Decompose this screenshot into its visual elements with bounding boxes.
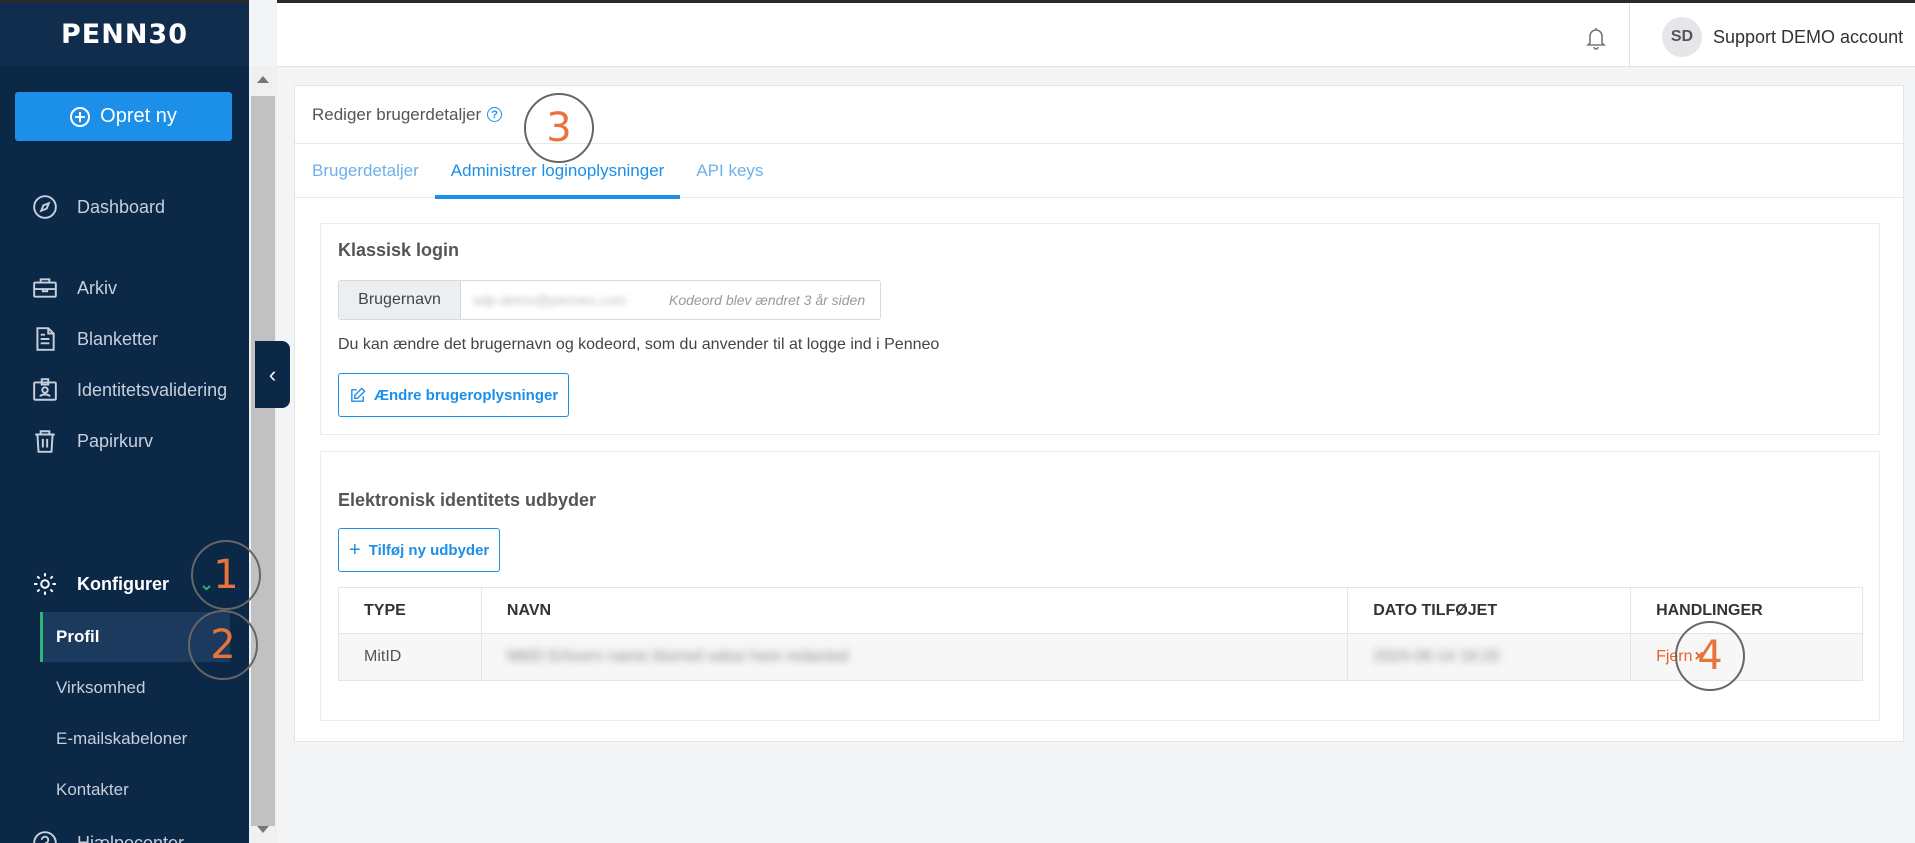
- chevron-left-icon: ‹: [268, 361, 277, 387]
- sidebar-subitem-label: E-mailskabeloner: [56, 729, 188, 748]
- table-row: MitID MitID Erhverv name blurred value h…: [338, 633, 1863, 681]
- sidebar-item-label: Identitetsvalidering: [77, 379, 228, 400]
- tab-brugerdetaljer[interactable]: Brugerdetaljer: [312, 144, 435, 198]
- date-value: 2024-06-14 16:20: [1373, 648, 1500, 665]
- annotation-marker-4: 4: [1675, 621, 1745, 691]
- avatar[interactable]: SD: [1662, 17, 1702, 57]
- eid-provider-table: TYPE NAVN DATO TILFØJET HANDLINGER MitID…: [338, 587, 1863, 681]
- help-circle-icon: [31, 829, 59, 843]
- table-header-row: TYPE NAVN DATO TILFØJET HANDLINGER: [338, 587, 1863, 634]
- column-header: HANDLINGER: [1630, 587, 1863, 634]
- sidebar-item-label: Blanketter: [77, 328, 159, 349]
- create-new-button[interactable]: Opret ny: [15, 92, 232, 141]
- sidebar-item-label: Dashboard: [77, 196, 166, 217]
- sidebar-subitem-label: Profil: [56, 627, 100, 646]
- annotation-marker-1: 1: [191, 540, 261, 610]
- scroll-thumb[interactable]: [251, 96, 275, 826]
- classic-login-section: Klassisk login Brugernavn sdp-demo@penne…: [320, 223, 1880, 435]
- account-name[interactable]: Support DEMO account: [1713, 27, 1903, 48]
- bell-icon[interactable]: [1584, 25, 1608, 51]
- login-help-text: Du kan ændre det brugernavn og kodeord, …: [338, 336, 940, 353]
- sidebar-item-label: Konfigurer: [77, 573, 169, 594]
- username-value: sdp-demo@penneo.com: [473, 292, 627, 308]
- name-cell: MitID Erhverv name blurred value here re…: [481, 633, 1349, 681]
- scroll-down-arrow-icon[interactable]: [257, 826, 269, 833]
- annotation-marker-3: 3: [524, 93, 594, 163]
- add-provider-label: Tilføj ny udbyder: [368, 541, 490, 559]
- help-icon[interactable]: ?: [487, 107, 503, 122]
- sidebar-item-label: Papirkurv: [77, 430, 154, 451]
- sidebar-item-blanketter[interactable]: Blanketter: [0, 319, 249, 359]
- top-bar: SD Support DEMO account: [277, 0, 1915, 67]
- annotation-marker-2: 2: [188, 610, 258, 680]
- eid-provider-section: Elektronisk identitets udbyder + Tilføj …: [320, 451, 1880, 721]
- plus-circle-icon: [70, 106, 91, 127]
- tab-api-keys[interactable]: API keys: [680, 144, 779, 198]
- logo-bar: PENN30: [0, 0, 249, 66]
- actions-cell: Fjern ×: [1630, 633, 1863, 681]
- sidebar-subitem-label: Kontakter: [56, 780, 129, 799]
- page-title: Rediger brugerdetaljer: [312, 104, 482, 124]
- change-credentials-button[interactable]: Ændre brugeroplysninger: [338, 373, 570, 417]
- sidebar-item-label: Arkiv: [77, 277, 117, 298]
- sidebar: PENN30 Opret ny Dashboard Arkiv Blankett…: [0, 0, 249, 843]
- section-title: Elektronisk identitets udbyder: [338, 490, 597, 510]
- change-credentials-label: Ændre brugeroplysninger: [374, 386, 559, 404]
- sidebar-subitem-kontakter[interactable]: Kontakter: [40, 765, 230, 815]
- column-header: NAVN: [481, 587, 1349, 634]
- sidebar-item-dashboard[interactable]: Dashboard: [0, 187, 249, 227]
- topbar-divider: [1629, 3, 1630, 67]
- column-header: TYPE: [338, 587, 482, 634]
- scroll-up-arrow-icon[interactable]: [257, 76, 269, 83]
- add-provider-button[interactable]: + Tilføj ny udbyder: [338, 528, 501, 572]
- trash-icon: [31, 427, 59, 455]
- password-changed-text: Kodeord blev ændret 3 år siden: [669, 292, 866, 308]
- login-info-group: Brugernavn sdp-demo@penneo.com Kodeord b…: [338, 280, 881, 320]
- sidebar-item-identitetsvalidering[interactable]: Identitetsvalidering: [0, 370, 249, 410]
- type-cell: MitID: [338, 633, 482, 681]
- document-icon: [31, 325, 59, 353]
- app-logo[interactable]: PENN30: [61, 19, 188, 50]
- sidebar-item-papirkurv[interactable]: Papirkurv: [0, 421, 249, 461]
- briefcase-icon: [31, 274, 59, 302]
- create-new-label: Opret ny: [100, 105, 177, 127]
- column-header: DATO TILFØJET: [1347, 587, 1632, 634]
- collapse-sidebar-button[interactable]: ‹: [255, 341, 290, 408]
- username-label: Brugernavn: [339, 281, 461, 319]
- sidebar-subitem-email-templates[interactable]: E-mailskabeloner: [40, 714, 230, 764]
- gear-icon: [31, 570, 59, 598]
- section-title: Klassisk login: [338, 240, 460, 260]
- name-value: MitID Erhverv name blurred value here re…: [506, 648, 849, 665]
- sidebar-scrollbar[interactable]: [249, 66, 277, 843]
- sidebar-item-label: Hjælpecenter: [77, 832, 185, 843]
- edit-icon: [351, 386, 366, 402]
- sidebar-item-arkiv[interactable]: Arkiv: [0, 268, 249, 308]
- user-details-card: Rediger brugerdetaljer ? Brugerdetaljer …: [294, 85, 1904, 742]
- sidebar-subitem-label: Virksomhed: [56, 678, 146, 697]
- date-cell: 2024-06-14 16:20: [1347, 633, 1632, 681]
- compass-icon: [31, 193, 59, 221]
- plus-icon: +: [349, 538, 361, 561]
- sidebar-item-hjaelpecenter[interactable]: Hjælpecenter: [0, 823, 249, 843]
- id-card-icon: [31, 376, 59, 404]
